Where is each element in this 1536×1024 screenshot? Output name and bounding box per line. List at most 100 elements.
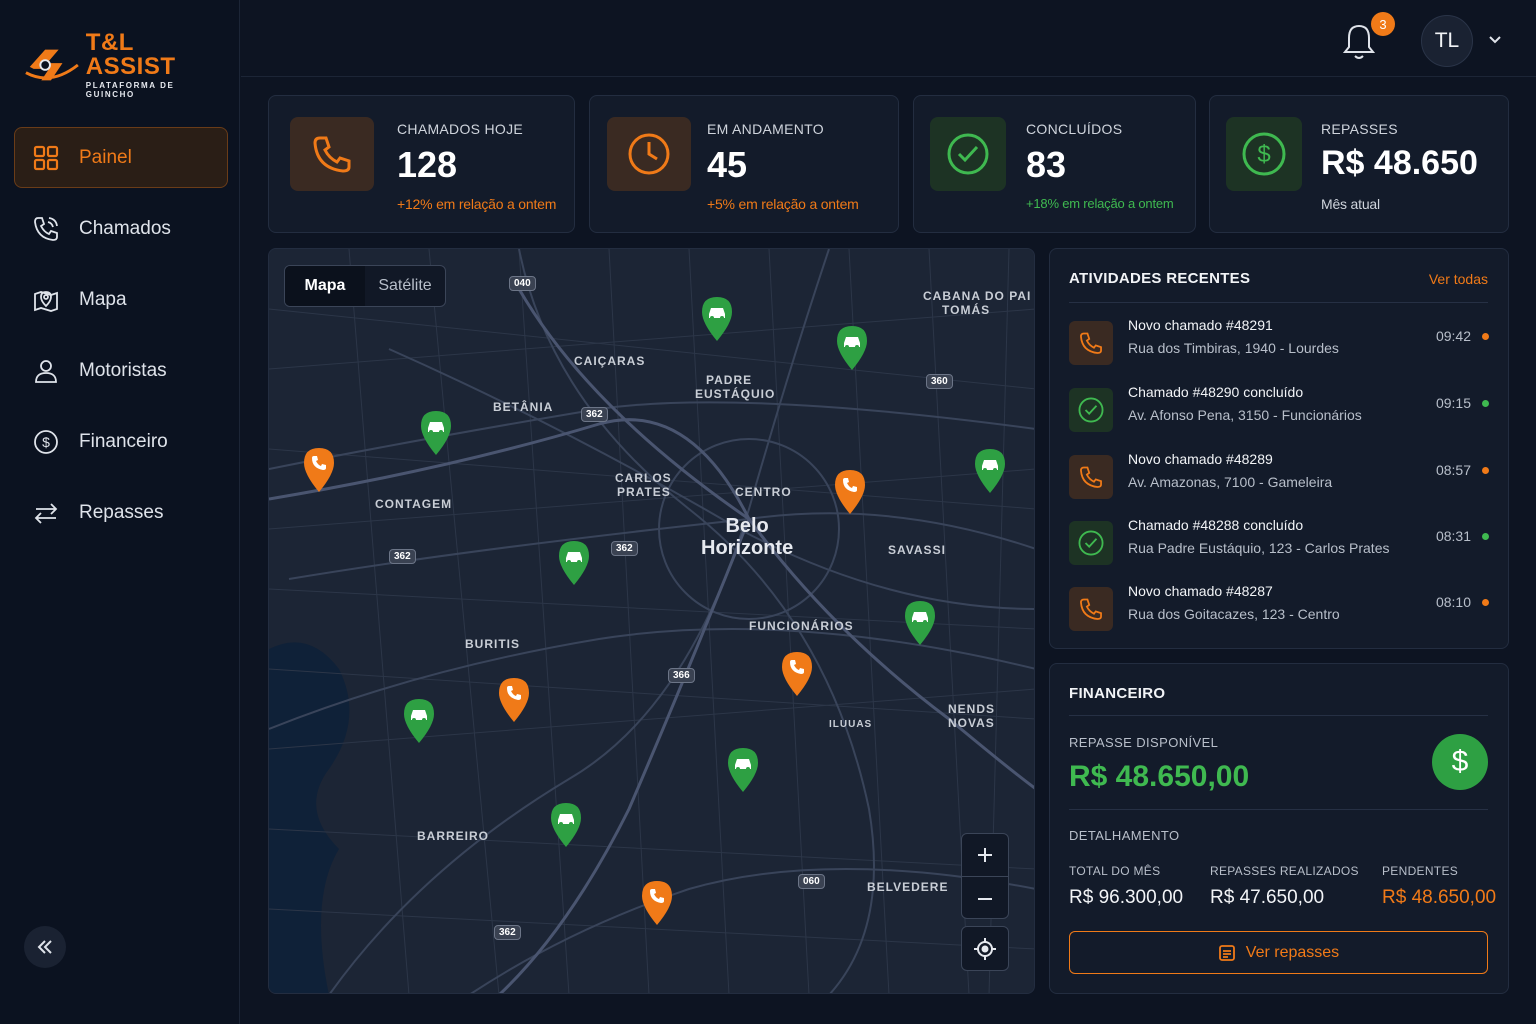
zoom-in-button[interactable] xyxy=(962,834,1008,877)
activity-time: 09:42 xyxy=(1435,328,1471,344)
map-label-funcionarios: FUNCIONÁRIOS xyxy=(749,619,854,633)
map-label-cabana: CABANA DO PAI xyxy=(923,289,1032,303)
transfer-arrows-icon xyxy=(31,498,61,528)
activity-item[interactable]: Novo chamado #48289 Av. Amazonas, 7100 -… xyxy=(1069,447,1489,503)
city-line-1: Belo xyxy=(725,515,769,537)
activity-address: Av. Amazonas, 7100 - Gameleira xyxy=(1128,474,1333,490)
chevron-down-icon[interactable] xyxy=(1487,32,1503,48)
zoom-out-button[interactable] xyxy=(962,877,1008,920)
sidebar-item-financeiro[interactable]: $ Financeiro xyxy=(14,411,228,472)
activity-title: Novo chamado #48289 xyxy=(1128,451,1273,467)
highway-shield: 362 xyxy=(389,549,416,564)
call-phone-pin[interactable] xyxy=(302,446,336,492)
plus-icon xyxy=(978,848,992,862)
divider xyxy=(1069,715,1488,716)
sidebar-item-motoristas[interactable]: Motoristas xyxy=(14,340,228,401)
driver-car-pin[interactable] xyxy=(726,746,760,792)
driver-car-pin[interactable] xyxy=(903,599,937,645)
map-label-caicaras: CAIÇARAS xyxy=(574,354,646,368)
divider xyxy=(1069,302,1488,303)
call-phone-pin[interactable] xyxy=(780,650,814,696)
call-phone-pin[interactable] xyxy=(640,879,674,925)
notification-badge: 3 xyxy=(1371,12,1395,36)
tab-satelite[interactable]: Satélite xyxy=(365,266,445,306)
activity-item[interactable]: Novo chamado #48291 Rua dos Timbiras, 19… xyxy=(1069,313,1489,369)
driver-car-pin[interactable] xyxy=(973,447,1007,493)
activity-item[interactable]: Chamado #48290 concluído Av. Afonso Pena… xyxy=(1069,380,1489,436)
driver-car-pin[interactable] xyxy=(557,539,591,585)
map-label-carlos: CARLOS xyxy=(615,471,672,485)
status-dot xyxy=(1482,467,1489,474)
locate-button[interactable] xyxy=(961,926,1009,971)
stat-value: 128 xyxy=(397,144,458,185)
minus-icon xyxy=(978,897,992,900)
available-label: REPASSE DISPONÍVEL xyxy=(1069,735,1219,750)
call-phone-pin[interactable] xyxy=(497,676,531,722)
check-circle-icon xyxy=(1069,521,1113,565)
stat-value: R$ 48.650 xyxy=(1321,144,1478,182)
activity-item[interactable]: Chamado #48288 concluído Rua Padre Eustá… xyxy=(1069,513,1489,569)
activity-time: 08:31 xyxy=(1435,528,1471,544)
highway-shield: 362 xyxy=(611,541,638,556)
map-label-savassi: SAVASSI xyxy=(888,543,946,557)
stat-value: 83 xyxy=(1026,144,1067,185)
phone-call-icon xyxy=(31,214,61,244)
map-panel[interactable]: Mapa Satélite CAIÇARAS PADRE EUSTÁQUIO B… xyxy=(268,248,1035,994)
repasses-done-label: REPASSES REALIZADOS xyxy=(1210,864,1359,878)
activity-address: Av. Afonso Pena, 3150 - Funcionários xyxy=(1128,407,1362,423)
clock-icon xyxy=(628,133,670,175)
avatar[interactable]: TL xyxy=(1421,15,1473,67)
check-icon-box xyxy=(930,117,1006,191)
stat-label: CHAMADOS HOJE xyxy=(397,121,524,137)
driver-car-pin[interactable] xyxy=(402,697,436,743)
call-phone-pin[interactable] xyxy=(833,468,867,514)
view-repasses-label: Ver repasses xyxy=(1245,943,1340,961)
sidebar-nav: Painel Chamados Mapa Motoristas $ Financ… xyxy=(14,127,228,553)
collapse-sidebar-button[interactable] xyxy=(24,926,66,968)
highway-shield: 362 xyxy=(581,407,608,422)
sidebar-item-label: Chamados xyxy=(79,217,171,239)
activity-title: Chamado #48290 concluído xyxy=(1128,384,1304,400)
activity-item[interactable]: Novo chamado #48287 Rua dos Goitacazes, … xyxy=(1069,579,1489,635)
pending-label: PENDENTES xyxy=(1382,864,1459,878)
driver-car-pin[interactable] xyxy=(835,324,869,370)
driver-car-pin[interactable] xyxy=(419,409,453,455)
driver-car-pin[interactable] xyxy=(549,801,583,847)
activity-time: 08:10 xyxy=(1435,594,1471,610)
total-month-label: TOTAL DO MÊS xyxy=(1069,864,1161,878)
map-label-belvedere: BELVEDERE xyxy=(867,880,949,894)
stat-sub: Mês atual xyxy=(1321,196,1380,212)
activity-address: Rua dos Timbiras, 1940 - Lourdes xyxy=(1128,340,1339,356)
sidebar-item-painel[interactable]: Painel xyxy=(14,127,228,188)
sidebar-item-chamados[interactable]: Chamados xyxy=(14,198,228,259)
tab-mapa[interactable]: Mapa xyxy=(285,266,365,306)
map-pin-icon xyxy=(31,285,61,315)
activity-time: 09:15 xyxy=(1435,395,1471,411)
available-value: R$ 48.650,00 xyxy=(1069,760,1250,793)
crosshair-icon xyxy=(974,937,996,960)
stat-value: 45 xyxy=(707,144,748,185)
phone-icon xyxy=(1069,455,1113,499)
brand-title: T&L ASSIST xyxy=(85,29,176,80)
highway-shield: 040 xyxy=(509,276,536,291)
brand-subtitle: PLATAFORMA DE GUINCHO xyxy=(85,81,175,99)
recent-activities-panel: ATIVIDADES RECENTES Ver todas Novo chama… xyxy=(1049,248,1509,649)
phone-icon xyxy=(1069,587,1113,631)
sidebar-item-repasses[interactable]: Repasses xyxy=(14,482,228,543)
view-repasses-button[interactable]: Ver repasses xyxy=(1069,931,1488,974)
stat-sub: +18% em relação a ontem xyxy=(1026,196,1174,211)
map-label-tomas: TOMÁS xyxy=(942,303,991,317)
sidebar-item-mapa[interactable]: Mapa xyxy=(14,269,228,330)
stat-card-repasses: $ REPASSES R$ 48.650 Mês atual xyxy=(1209,95,1509,233)
detail-label: DETALHAMENTO xyxy=(1069,828,1180,843)
phone-icon-box xyxy=(290,117,374,191)
stat-card-em-andamento: EM ANDAMENTO 45 +5% em relação a ontem xyxy=(589,95,899,233)
view-all-link[interactable]: Ver todas xyxy=(1429,271,1488,287)
user-icon xyxy=(31,356,61,386)
dollar-circle-icon: $ xyxy=(31,427,61,457)
driver-car-pin[interactable] xyxy=(700,295,734,341)
phone-icon xyxy=(313,136,351,173)
brand-logo[interactable]: T&L ASSIST PLATAFORMA DE GUINCHO xyxy=(24,31,224,99)
dollar-icon-box: $ xyxy=(1226,117,1302,191)
document-list-icon xyxy=(1218,944,1235,961)
